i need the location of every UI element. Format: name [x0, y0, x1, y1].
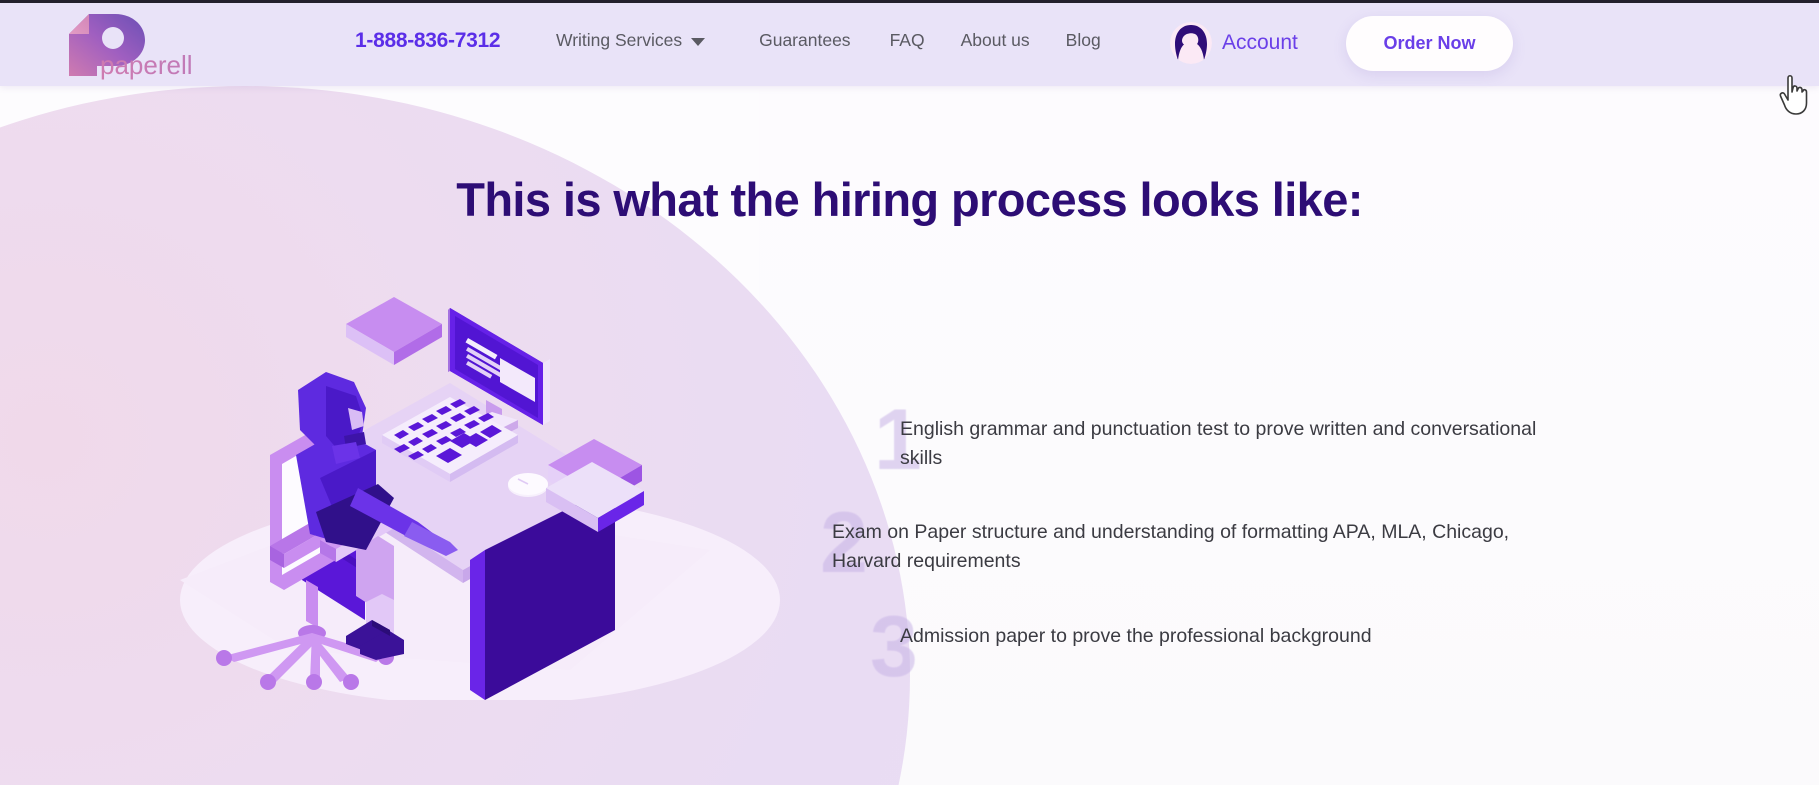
step-text: Exam on Paper structure and understandin… — [832, 521, 1510, 572]
step-text: Admission paper to prove the professiona… — [900, 624, 1372, 647]
nav-item-guarantees[interactable]: Guarantees — [759, 30, 850, 51]
nav-label-writing-services: Writing Services — [556, 30, 683, 50]
nav-item-blog[interactable]: Blog — [1066, 30, 1101, 51]
page-root: paperell 1-888-836-7312 Writing Services… — [0, 0, 1819, 785]
hiring-steps-list: 1 English grammar and punctuation test t… — [820, 397, 1580, 696]
list-item: 2 Exam on Paper structure and understand… — [820, 500, 1580, 586]
account-avatar-icon — [1170, 22, 1212, 64]
desk-scene-icon — [180, 297, 780, 700]
page-title: This is what the hiring process looks li… — [456, 173, 1363, 226]
nav-item-about-us[interactable]: About us — [961, 30, 1030, 51]
step-text: English grammar and punctuation test to … — [900, 418, 1537, 469]
nav-label-about-us: About us — [960, 30, 1030, 50]
account-link[interactable]: Account — [1170, 22, 1298, 64]
list-item: 3 Admission paper to prove the professio… — [860, 604, 1580, 690]
hiring-process-illustration — [150, 250, 830, 700]
logo-icon: paperell — [69, 14, 192, 80]
header-top-line — [0, 0, 1819, 3]
chevron-down-icon[interactable] — [691, 38, 706, 46]
list-item: 1 English grammar and punctuation test t… — [860, 397, 1580, 483]
nav-item-writing-services[interactable]: Writing Services — [556, 30, 706, 51]
phone-number-link[interactable]: 1-888-836-7312 — [355, 29, 501, 53]
nav-label-faq: FAQ — [889, 30, 925, 50]
nav-label-guarantees: Guarantees — [759, 30, 851, 50]
account-label: Account — [1222, 31, 1298, 54]
closed-laptop-icon — [346, 297, 442, 365]
pointer-hand-cursor — [1775, 72, 1815, 118]
nav-label-blog: Blog — [1065, 30, 1101, 50]
paperell-logo[interactable]: paperell — [57, 8, 192, 80]
logo-wordmark: paperell — [100, 50, 192, 80]
main-navigation: Writing Services Guarantees FAQ About us… — [556, 30, 1101, 51]
order-now-button[interactable]: Order Now — [1346, 16, 1513, 71]
site-header: paperell 1-888-836-7312 Writing Services… — [0, 0, 1819, 86]
nav-item-faq[interactable]: FAQ — [890, 30, 925, 51]
mouse-icon — [508, 473, 548, 497]
